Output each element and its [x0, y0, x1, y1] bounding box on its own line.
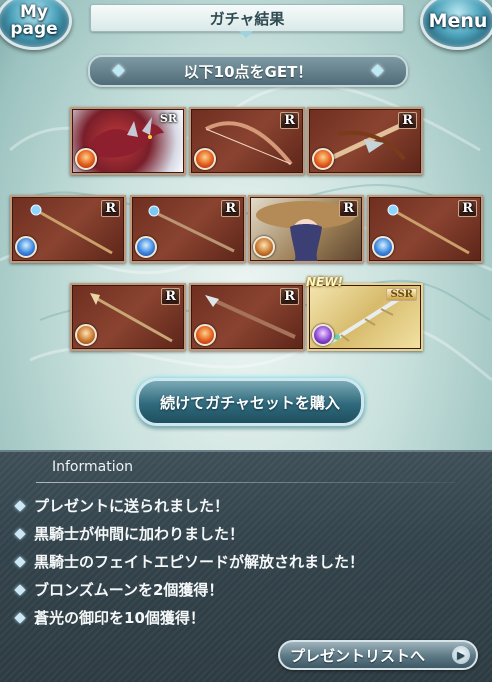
information-message: プレゼントに送られました！ — [14, 492, 364, 520]
information-list: プレゼントに送られました！ 黒騎士が仲間に加わりました！ 黒騎士のフェイトエピソ… — [14, 492, 364, 632]
mypage-button[interactable]: My page — [0, 0, 72, 50]
information-message-text: 黒騎士が仲間に加わりました！ — [34, 525, 245, 543]
information-message-text: 蒼光の御印を10個獲得！ — [34, 609, 205, 627]
new-badge: NEW! — [306, 275, 343, 289]
rarity-badge: R — [161, 288, 180, 305]
fire-element-icon — [194, 324, 216, 346]
gacha-item-7[interactable]: R — [367, 195, 483, 263]
rarity-badge: R — [221, 200, 240, 217]
gacha-item-3[interactable]: R — [307, 107, 423, 175]
bullet-icon — [14, 556, 26, 568]
present-list-label: プレゼントリストへ — [290, 646, 426, 665]
gacha-item-2[interactable]: R — [189, 107, 305, 175]
gacha-item-1[interactable]: SR — [70, 107, 186, 175]
rarity-badge: R — [101, 200, 120, 217]
bullet-icon — [14, 528, 26, 540]
gacha-item-4[interactable]: R — [10, 195, 126, 263]
earth-element-icon — [75, 324, 97, 346]
information-panel: Information プレゼントに送られました！ 黒騎士が仲間に加わりました！… — [0, 450, 492, 682]
rarity-badge: R — [398, 112, 417, 129]
continue-gacha-button[interactable]: 続けてガチャセットを購入 — [136, 378, 364, 426]
menu-label: Menu — [428, 10, 488, 32]
result-banner: 以下10点をGET！ — [88, 55, 408, 87]
fire-element-icon — [194, 148, 216, 170]
information-message-text: プレゼントに送られました！ — [34, 497, 230, 515]
menu-button[interactable]: Menu — [420, 0, 492, 50]
divider — [36, 482, 456, 483]
fire-element-icon — [75, 148, 97, 170]
information-message-text: 黒騎士のフェイトエピソードが解放されました！ — [34, 553, 365, 571]
gacha-item-6[interactable]: R — [248, 195, 364, 263]
water-element-icon — [135, 236, 157, 258]
page-title: ガチャ結果 — [209, 9, 285, 28]
title-ornament — [239, 31, 253, 38]
rarity-badge: R — [280, 288, 299, 305]
rarity-badge: SSR — [386, 288, 417, 301]
gacha-item-8[interactable]: R — [70, 283, 186, 351]
water-element-icon — [372, 236, 394, 258]
bullet-icon — [14, 612, 26, 624]
gacha-item-10[interactable]: SSR — [307, 283, 423, 351]
fire-element-icon — [312, 148, 334, 170]
result-banner-text: 以下10点をGET！ — [183, 62, 313, 81]
diamond-right-icon — [371, 64, 384, 77]
mypage-label: My page — [10, 2, 58, 39]
information-message: 黒騎士のフェイトエピソードが解放されました！ — [14, 548, 364, 576]
rarity-badge: R — [339, 200, 358, 217]
present-list-button[interactable]: プレゼントリストへ ▶ — [278, 640, 478, 670]
earth-element-icon — [253, 236, 275, 258]
rarity-badge: SR — [159, 112, 177, 125]
gacha-item-5[interactable]: R — [130, 195, 246, 263]
bullet-icon — [14, 584, 26, 596]
water-element-icon — [15, 236, 37, 258]
rarity-badge: R — [280, 112, 299, 129]
rarity-badge: R — [458, 200, 477, 217]
information-message: 蒼光の御印を10個獲得！ — [14, 604, 364, 632]
header: My page ガチャ結果 Menu — [0, 0, 492, 50]
continue-gacha-label: 続けてガチャセットを購入 — [160, 393, 340, 412]
play-arrow-icon: ▶ — [452, 646, 470, 664]
bullet-icon — [14, 500, 26, 512]
information-message: ブロンズムーンを2個獲得！ — [14, 576, 364, 604]
dark-element-icon — [312, 324, 334, 346]
gacha-item-9[interactable]: R — [189, 283, 305, 351]
diamond-left-icon — [112, 64, 125, 77]
information-message: 黒騎士が仲間に加わりました！ — [14, 520, 364, 548]
information-title: Information — [52, 459, 134, 475]
information-message-text: ブロンズムーンを2個獲得！ — [34, 581, 224, 599]
page-title-bar: ガチャ結果 — [90, 4, 404, 38]
